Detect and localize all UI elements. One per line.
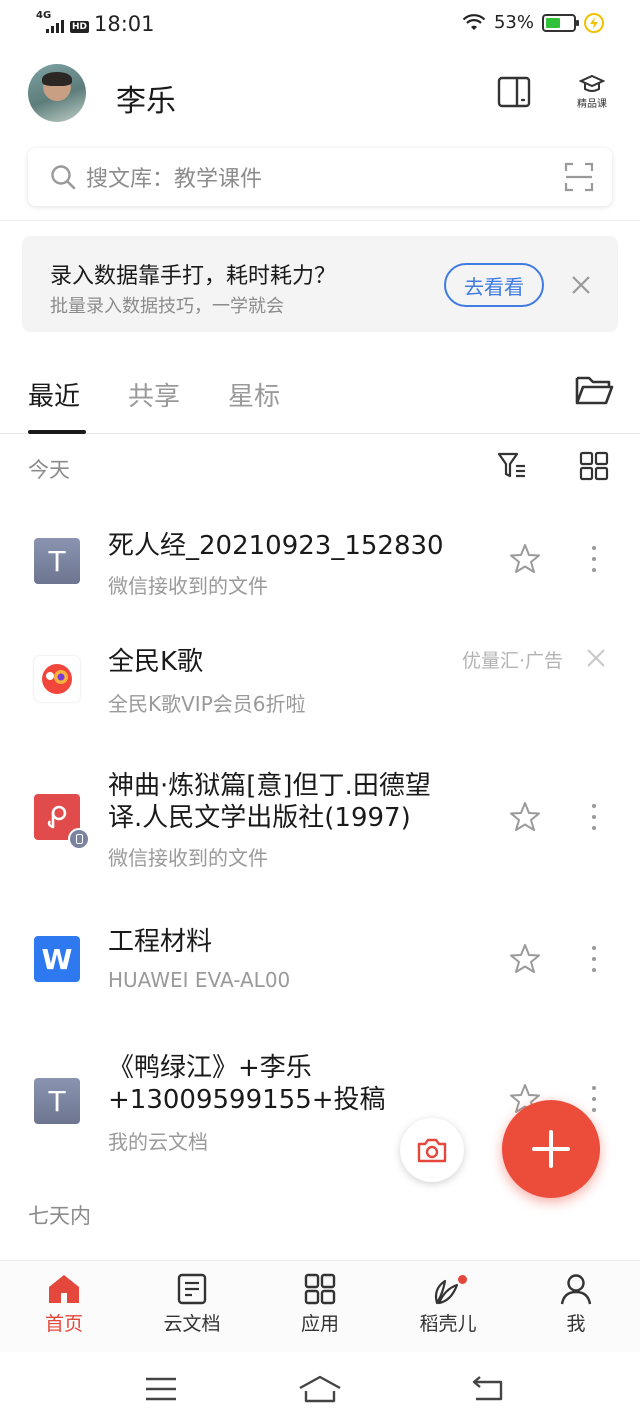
star-icon[interactable]: [508, 942, 542, 976]
file-title: 死人经_20210923_152830: [108, 531, 444, 561]
star-icon[interactable]: [508, 542, 542, 576]
more-options-icon[interactable]: [586, 1082, 602, 1116]
tab-active-indicator: [28, 430, 86, 434]
search-placeholder: 搜文库：教学课件: [86, 167, 263, 192]
network-type: 4G: [36, 10, 52, 21]
star-icon[interactable]: [508, 800, 542, 834]
document-icon: [177, 1273, 207, 1305]
nav-me-label: 我: [566, 1313, 586, 1335]
file-row[interactable]: 神曲·炼狱篇[意]但丁.田德望 译.人民文学出版社(1997) 微信接收到的文件: [0, 760, 640, 880]
premium-course-label: 精品课: [577, 99, 607, 110]
nav-docer-label: 稻壳儿: [419, 1313, 477, 1335]
person-icon: [560, 1274, 592, 1305]
home-nav-icon[interactable]: [298, 1374, 342, 1404]
tab-recent[interactable]: 最近: [28, 376, 80, 413]
close-icon[interactable]: [570, 274, 592, 296]
charging-icon: [584, 12, 604, 33]
signal-bars-icon: [46, 20, 64, 33]
nav-cloud-docs[interactable]: 云文档: [142, 1273, 242, 1336]
search-bar[interactable]: 搜文库：教学课件: [28, 148, 612, 206]
file-title-line1: 《鸭绿江》+李乐: [108, 1053, 312, 1083]
close-icon[interactable]: [586, 648, 606, 668]
device-badge-icon: [68, 828, 90, 850]
section-seven-days: 七天内: [28, 1204, 91, 1228]
camera-button[interactable]: [400, 1118, 464, 1182]
nav-home-label: 首页: [44, 1313, 83, 1335]
signal-indicator: 4G HD: [36, 10, 90, 33]
nav-apps[interactable]: 应用: [270, 1273, 370, 1336]
apps-grid-icon: [304, 1273, 336, 1305]
tabs-divider: [0, 433, 640, 434]
bottom-nav: 首页 云文档 应用 稻壳儿 我: [0, 1260, 640, 1352]
text-file-icon: T: [34, 538, 80, 584]
promo-title: 录入数据靠手打，耗时耗力？: [50, 264, 337, 289]
ad-label: 优量汇·广告: [462, 650, 564, 672]
username[interactable]: 李乐: [116, 76, 176, 120]
clock: 18:01: [94, 12, 155, 36]
nav-me[interactable]: 我: [526, 1273, 626, 1336]
file-title-line1: 神曲·炼狱篇[意]但丁.田德望: [108, 771, 431, 801]
folder-icon[interactable]: [574, 372, 614, 408]
avatar[interactable]: [28, 64, 86, 122]
home-icon: [49, 1275, 79, 1303]
file-subtitle: 微信接收到的文件: [108, 846, 268, 870]
premium-course-button[interactable]: 精品课: [570, 72, 614, 112]
file-subtitle: HUAWEI EVA-AL00: [108, 968, 291, 992]
file-subtitle: 我的云文档: [108, 1130, 208, 1154]
search-icon: [51, 165, 76, 190]
system-nav-bar: [0, 1352, 640, 1427]
nav-home[interactable]: 首页: [14, 1273, 114, 1336]
scan-icon[interactable]: [564, 162, 594, 192]
section-today: 今天: [28, 458, 70, 482]
add-button[interactable]: [502, 1100, 600, 1198]
plus-icon: [532, 1130, 570, 1168]
ad-title: 全民K歌: [108, 647, 204, 677]
graduation-cap-icon: [579, 74, 605, 92]
file-row[interactable]: W 工程材料 HUAWEI EVA-AL00: [0, 910, 640, 1010]
file-subtitle: 微信接收到的文件: [108, 574, 268, 598]
more-options-icon[interactable]: [586, 942, 602, 976]
battery-icon: [542, 13, 579, 32]
grid-view-icon[interactable]: [578, 450, 610, 482]
notification-dot: [458, 1275, 467, 1284]
camera-icon: [417, 1138, 447, 1163]
ad-subtitle: 全民K歌VIP会员6折啦: [108, 692, 306, 716]
wifi-icon: [462, 13, 486, 30]
kge-app-icon: [34, 656, 80, 702]
hd-badge: HD: [70, 21, 90, 33]
word-file-icon: W: [34, 936, 80, 982]
back-icon[interactable]: [470, 1374, 504, 1402]
file-title-line2: 译.人民文学出版社(1997): [108, 803, 411, 833]
tab-starred[interactable]: 星标: [228, 376, 280, 413]
file-row[interactable]: T 死人经_20210923_152830 微信接收到的文件: [0, 510, 640, 610]
nav-cloud-docs-label: 云文档: [163, 1313, 221, 1335]
battery-percent: 53%: [493, 12, 534, 33]
pad-mode-button[interactable]: [494, 72, 534, 112]
file-title-line2: +13009599155+投稿: [108, 1085, 386, 1115]
tab-shared[interactable]: 共享: [128, 376, 180, 413]
tablet-icon: [497, 76, 531, 108]
text-file-icon: T: [34, 1078, 80, 1124]
more-options-icon[interactable]: [586, 542, 602, 576]
status-bar: 4G HD 18:01 53%: [0, 0, 640, 50]
file-title: 工程材料: [108, 927, 213, 957]
nav-apps-label: 应用: [300, 1313, 339, 1335]
promo-subtitle: 批量录入数据技巧，一学就会: [50, 296, 284, 317]
promo-banner[interactable]: 录入数据靠手打，耗时耗力？ 批量录入数据技巧，一学就会 去看看: [22, 236, 618, 332]
header-divider: [0, 220, 640, 221]
filter-icon[interactable]: [496, 450, 528, 482]
ad-row[interactable]: 全民K歌 全民K歌VIP会员6折啦 优量汇·广告: [0, 630, 640, 730]
menu-icon[interactable]: [144, 1376, 178, 1402]
promo-cta-button[interactable]: 去看看: [444, 263, 544, 307]
more-options-icon[interactable]: [586, 800, 602, 834]
nav-docer[interactable]: 稻壳儿: [398, 1273, 498, 1336]
